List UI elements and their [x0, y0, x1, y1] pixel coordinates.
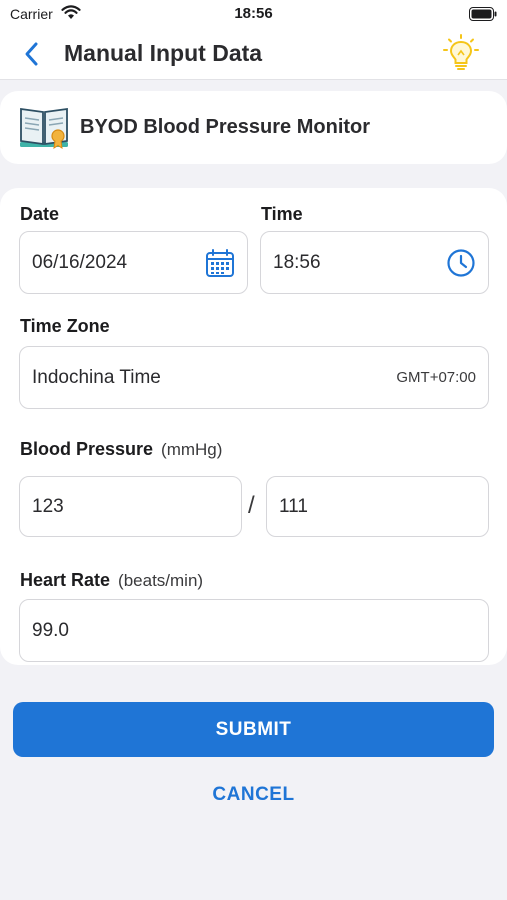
heart-rate-value: 99.0	[32, 619, 69, 641]
heart-rate-label: Heart Rate (beats/min)	[20, 570, 203, 591]
cancel-button[interactable]: CANCEL	[0, 784, 507, 812]
time-zone-field[interactable]: Indochina Time GMT+07:00	[19, 346, 489, 409]
time-zone-value: Indochina Time	[32, 366, 161, 388]
status-time: 18:56	[234, 5, 273, 22]
heart-rate-unit: (beats/min)	[118, 571, 204, 590]
time-field[interactable]: 18:56	[260, 231, 489, 294]
time-zone-label: Time Zone	[20, 316, 110, 336]
date-label: Date	[20, 204, 60, 224]
page-title: Manual Input Data	[64, 40, 263, 66]
heart-rate-label-text: Heart Rate	[20, 570, 111, 590]
gmt-offset: GMT+07:00	[396, 369, 476, 386]
diastolic-input[interactable]: 111	[266, 476, 489, 537]
submit-button[interactable]: SUBMIT	[13, 702, 494, 757]
blood-pressure-unit: (mmHg)	[161, 440, 223, 459]
status-bar: Carrier 18:56	[0, 0, 507, 30]
calendar-icon[interactable]	[205, 248, 235, 278]
pressure-separator: /	[248, 492, 255, 519]
device-name: BYOD Blood Pressure Monitor	[80, 116, 371, 138]
chevron-left-icon[interactable]	[22, 41, 42, 67]
diastolic-value: 111	[279, 495, 308, 517]
time-value: 18:56	[273, 251, 321, 273]
date-value: 06/16/2024	[32, 251, 128, 273]
screen: Carrier 18:56 Manual Input Data BYOD Blo…	[0, 0, 507, 900]
systolic-value: 123	[32, 495, 64, 517]
battery-icon	[469, 7, 497, 21]
blood-pressure-label: Blood Pressure (mmHg)	[20, 439, 222, 460]
book-icon	[20, 107, 68, 149]
heart-rate-input[interactable]: 99.0	[19, 599, 489, 662]
systolic-input[interactable]: 123	[19, 476, 242, 537]
blood-pressure-label-text: Blood Pressure	[20, 439, 154, 459]
device-card: BYOD Blood Pressure Monitor	[0, 91, 507, 164]
date-field[interactable]: 06/16/2024	[19, 231, 248, 294]
nav-bar: Manual Input Data	[0, 30, 507, 80]
clock-icon[interactable]	[446, 248, 476, 278]
lightbulb-icon[interactable]	[441, 33, 481, 73]
time-label: Time	[261, 204, 303, 224]
